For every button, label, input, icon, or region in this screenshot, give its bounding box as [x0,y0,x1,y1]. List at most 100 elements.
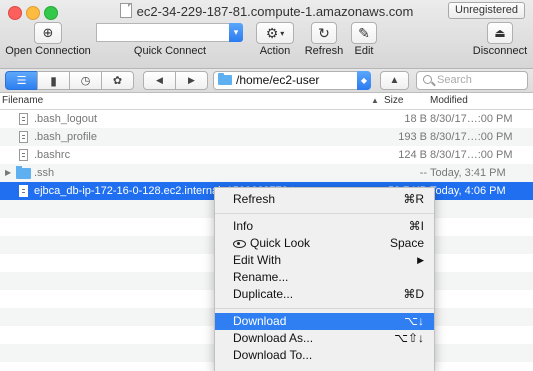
open-connection-button[interactable]: ⊕ [34,22,62,44]
menu-item-shortcut: ⌘R [403,192,424,206]
menu-item-duplicate[interactable]: Duplicate... ⌘D [215,286,434,303]
submenu-arrow-icon: ▶ [417,255,424,265]
menu-item-download-as[interactable]: Download As... ⌥⇧↓ [215,330,434,347]
archive-file-icon [19,185,28,197]
file-icon [19,149,28,161]
menu-item-download[interactable]: Download ⌥↓ [215,313,434,330]
quick-connect-input[interactable] [96,23,230,42]
menu-item-label-wrap: Quick Look [233,235,310,252]
forward-button[interactable]: ▶ [175,71,208,90]
file-name: .ssh [34,167,55,179]
menu-item-label: Refresh [233,192,276,206]
menu-item-shortcut: ⌥⇧↓ [394,331,424,345]
menu-item-quick-look[interactable]: Quick Look Space [215,235,434,252]
menu-item-shortcut: Space [389,236,424,250]
file-list-header: Filename ▲ Size Modified [0,93,533,110]
menu-item-label: Duplicate... [233,287,294,301]
bookmarks-view-button[interactable]: ▮ [37,71,70,90]
bonjour-view-button[interactable]: ✿ [101,71,134,90]
globe-plus-icon: ⊕ [42,25,54,40]
quick-connect-label: Quick Connect [133,45,207,57]
size-column-header[interactable]: Size [384,93,403,109]
quick-connect-dropdown[interactable]: ▾ [229,23,243,42]
refresh-button[interactable]: ↻ [311,22,337,44]
menu-item-refresh[interactable]: Refresh ⌘R [215,191,434,208]
modified-column-header[interactable]: Modified [430,93,468,109]
search-field[interactable]: Search [416,71,528,90]
chevron-down-icon: ▾ [280,28,285,38]
disconnect-label: Disconnect [472,45,528,57]
eject-icon: ⏏ [494,26,506,40]
folder-icon [16,166,31,179]
menu-item-label: Download As... [233,331,314,345]
search-placeholder: Search [437,74,472,86]
menu-item-label: Quick Look [250,236,311,250]
menu-item-label: Edit With [233,253,282,267]
browser-view-button[interactable]: ☰ [5,71,38,90]
file-icon [19,113,28,125]
file-row[interactable]: .bash_logout 18 B 8/30/17…:00 PM [0,110,533,128]
action-button[interactable]: ⚙ ▾ [256,22,294,44]
file-name: .bashrc [34,149,71,161]
file-modified: 8/30/17…:00 PM [430,113,513,125]
bookmark-icon: ▮ [50,73,57,88]
eye-icon [233,240,246,248]
back-arrow-icon: ◀ [156,75,163,85]
bonjour-icon: ✿ [112,75,123,87]
search-icon [423,75,432,84]
navigation-bar: ☰ ▮ ◷ ✿ ◀ ▶ /home/ec2-user ◆ ▲ Search [0,69,533,93]
refresh-icon: ↻ [318,24,330,41]
file-name: .bash_profile [34,131,97,143]
path-selector[interactable]: /home/ec2-user ◆ [213,71,371,90]
menu-item-label: Rename... [233,270,289,284]
file-size: -- [419,167,427,179]
pencil-icon: ✎ [358,24,370,41]
file-name: .bash_logout [34,113,97,125]
menu-separator [215,308,434,309]
menu-item-shortcut: ⌘I [408,219,424,233]
open-connection-label: Open Connection [5,45,91,57]
filename-column-header[interactable]: Filename [2,93,43,109]
current-path: /home/ec2-user [236,73,320,87]
edit-button[interactable]: ✎ [351,22,377,44]
forward-arrow-icon: ▶ [188,75,195,85]
menu-item-download-to[interactable]: Download To... [215,347,434,364]
menu-item-shortcut: ⌘D [403,287,424,301]
context-menu: Refresh ⌘R Info ⌘I Quick Look Space Edit… [214,187,435,371]
back-button[interactable]: ◀ [143,71,176,90]
gear-icon: ⚙ [265,24,279,41]
disconnect-button[interactable]: ⏏ [487,22,513,44]
disclosure-triangle-icon[interactable]: ▶ [5,164,11,182]
file-row[interactable]: .bashrc 124 B 8/30/17…:00 PM [0,146,533,164]
unregistered-badge[interactable]: Unregistered [448,2,525,19]
file-size: 124 B [398,149,427,161]
sort-ascending-icon: ▲ [371,96,379,105]
menu-item-info[interactable]: Info ⌘I [215,218,434,235]
file-modified: Today, 4:06 PM [430,185,506,197]
file-modified: 8/30/17…:00 PM [430,149,513,161]
action-label: Action [259,45,291,57]
list-icon: ☰ [16,75,27,87]
file-icon [19,131,28,143]
file-modified: 8/30/17…:00 PM [430,131,513,143]
menu-item-shortcut: ⌥↓ [404,314,424,328]
document-icon [119,3,132,18]
file-size: 193 B [398,131,427,143]
clock-icon: ◷ [80,75,91,87]
file-row[interactable]: .bash_profile 193 B 8/30/17…:00 PM [0,128,533,146]
menu-item-rename[interactable]: Rename... [215,269,434,286]
up-arrow-icon: ▲ [389,75,400,86]
history-view-button[interactable]: ◷ [69,71,102,90]
menu-item-edit-with[interactable]: Edit With ▶ [215,252,434,269]
folder-icon [218,73,232,85]
file-modified: Today, 3:41 PM [430,167,506,179]
folder-row[interactable]: ▶ .ssh -- Today, 3:41 PM [0,164,533,182]
menu-item-label: Info [233,219,254,233]
parent-directory-button[interactable]: ▲ [380,71,409,90]
window-toolbar: ec2-34-229-187-81.compute-1.amazonaws.co… [0,0,533,69]
file-size: 18 B [404,113,427,125]
chevron-down-icon: ▾ [233,27,239,37]
menu-separator [215,213,434,214]
path-dropdown-chevron-icon: ◆ [357,71,371,90]
menu-item-label: Download [233,314,287,328]
